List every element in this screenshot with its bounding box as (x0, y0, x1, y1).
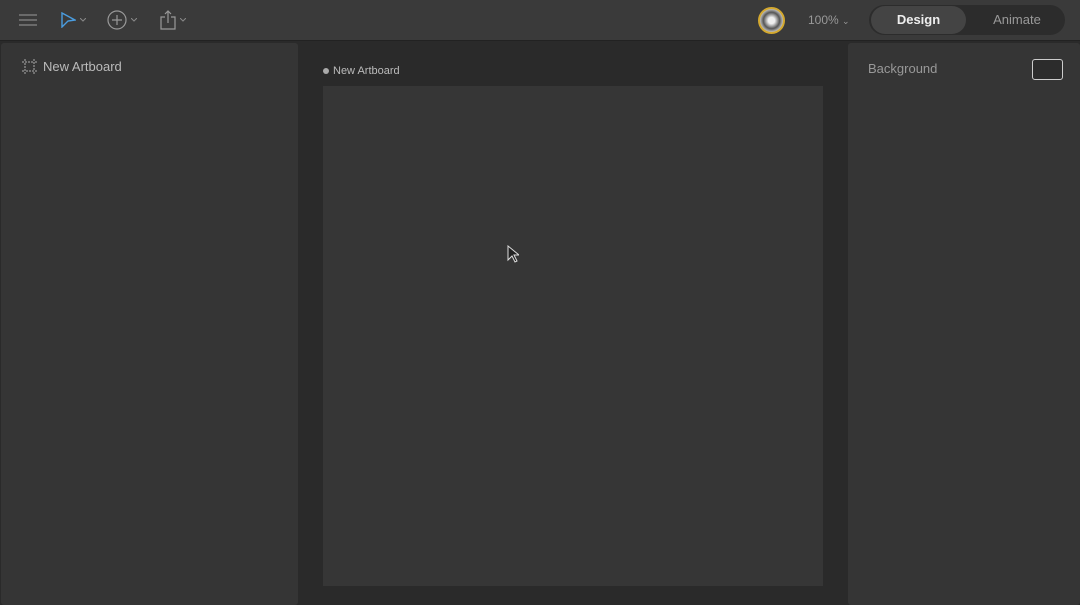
user-avatar[interactable] (758, 7, 785, 34)
inspector-panel: Background (848, 43, 1080, 605)
plus-circle-icon (107, 10, 127, 30)
artboard-icon (22, 59, 37, 74)
layer-label: New Artboard (43, 59, 122, 74)
toolbar: 100% ⌄ Design Animate (0, 0, 1080, 41)
zoom-dropdown[interactable]: 100% ⌄ (808, 13, 850, 27)
artboard[interactable] (323, 86, 823, 586)
select-tool-button[interactable] (60, 8, 86, 32)
layers-panel: New Artboard (1, 43, 298, 605)
layer-item-new-artboard[interactable]: New Artboard (22, 59, 122, 74)
pointer-icon (61, 12, 76, 28)
background-color-swatch[interactable] (1032, 59, 1063, 80)
chevron-down-icon (80, 18, 86, 22)
dot-icon (323, 68, 329, 74)
background-label: Background (868, 61, 938, 76)
chevron-down-icon: ⌄ (842, 16, 850, 26)
mouse-cursor-icon (507, 245, 519, 263)
add-button[interactable] (107, 8, 137, 32)
chevron-down-icon (131, 18, 137, 22)
menu-icon[interactable] (19, 8, 37, 32)
share-button[interactable] (160, 8, 186, 32)
tab-animate[interactable]: Animate (971, 5, 1063, 35)
artboard-title-text: New Artboard (333, 65, 400, 77)
chevron-down-icon (180, 18, 186, 22)
zoom-value: 100% (808, 13, 839, 27)
share-icon (160, 10, 176, 30)
artboard-title[interactable]: New Artboard (323, 65, 400, 77)
tab-design[interactable]: Design (871, 6, 966, 34)
mode-switch: Design Animate (869, 5, 1065, 35)
